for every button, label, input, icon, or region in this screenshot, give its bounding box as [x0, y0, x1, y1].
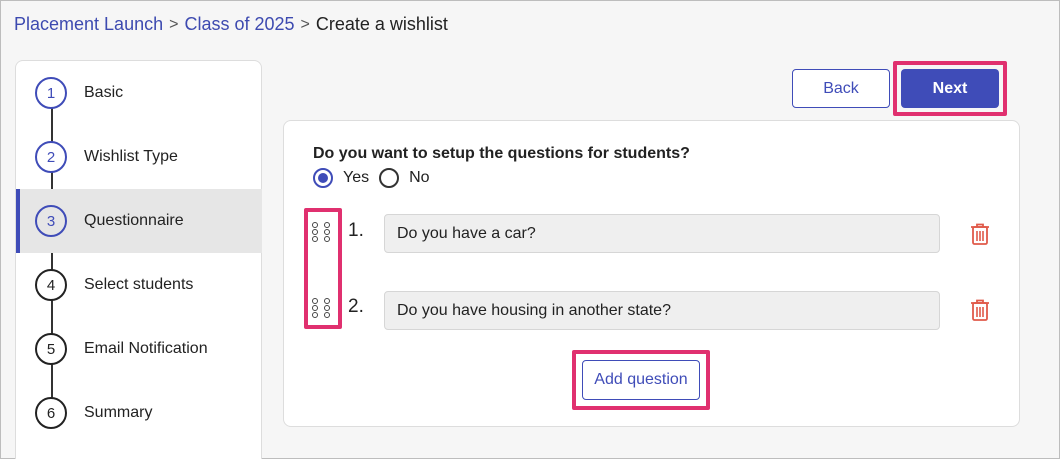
- step-number: 3: [35, 205, 67, 237]
- step-number: 4: [35, 269, 67, 301]
- step-number: 5: [35, 333, 67, 365]
- step-label: Summary: [84, 404, 153, 421]
- drag-handle-icon[interactable]: [311, 297, 333, 319]
- step-number: 2: [35, 141, 67, 173]
- setup-questions-radio-group: Yes No: [313, 168, 440, 188]
- step-number: 1: [35, 77, 67, 109]
- breadcrumb-link-class[interactable]: Class of 2025: [184, 14, 294, 35]
- yes-radio-label: Yes: [343, 169, 370, 186]
- breadcrumb-current: Create a wishlist: [315, 14, 448, 34]
- drag-handle-icon[interactable]: [311, 221, 333, 243]
- no-radio-label: No: [409, 169, 430, 186]
- step-label: Basic: [84, 84, 124, 101]
- setup-questions-prompt: Do you want to setup the questions for s…: [313, 145, 690, 162]
- step-label: Email Notification: [84, 340, 208, 357]
- next-button[interactable]: Next: [901, 69, 999, 108]
- step-email-notification[interactable]: 5 Email Notification: [16, 317, 262, 381]
- questionnaire-card: Do you want to setup the questions for s…: [283, 120, 1020, 427]
- no-radio[interactable]: [379, 168, 400, 188]
- step-questionnaire[interactable]: 3 Questionnaire: [16, 189, 262, 253]
- step-label: Questionnaire: [84, 212, 184, 229]
- step-label: Wishlist Type: [84, 148, 178, 165]
- question-input[interactable]: Do you have housing in another state?: [384, 291, 940, 330]
- step-number: 6: [35, 397, 67, 429]
- breadcrumb: Placement Launch > Class of 2025 > Creat…: [14, 14, 448, 35]
- step-basic[interactable]: 1 Basic: [16, 61, 262, 125]
- question-input[interactable]: Do you have a car?: [384, 214, 940, 253]
- back-button[interactable]: Back: [792, 69, 890, 108]
- question-number: 1.: [348, 220, 364, 241]
- question-number: 2.: [348, 296, 364, 317]
- step-summary[interactable]: 6 Summary: [16, 381, 262, 445]
- trash-icon[interactable]: [969, 298, 991, 322]
- breadcrumb-separator: >: [169, 15, 179, 33]
- step-label: Select students: [84, 276, 194, 293]
- add-question-button[interactable]: Add question: [582, 360, 700, 400]
- wizard-stepper: 1 Basic 2 Wishlist Type 3 Questionnaire …: [15, 60, 262, 459]
- trash-icon[interactable]: [969, 222, 991, 246]
- breadcrumb-link-placement-launch[interactable]: Placement Launch: [14, 14, 163, 35]
- step-select-students[interactable]: 4 Select students: [16, 253, 262, 317]
- step-wishlist-type[interactable]: 2 Wishlist Type: [16, 125, 262, 189]
- breadcrumb-separator: >: [300, 15, 310, 33]
- yes-radio[interactable]: [313, 168, 333, 188]
